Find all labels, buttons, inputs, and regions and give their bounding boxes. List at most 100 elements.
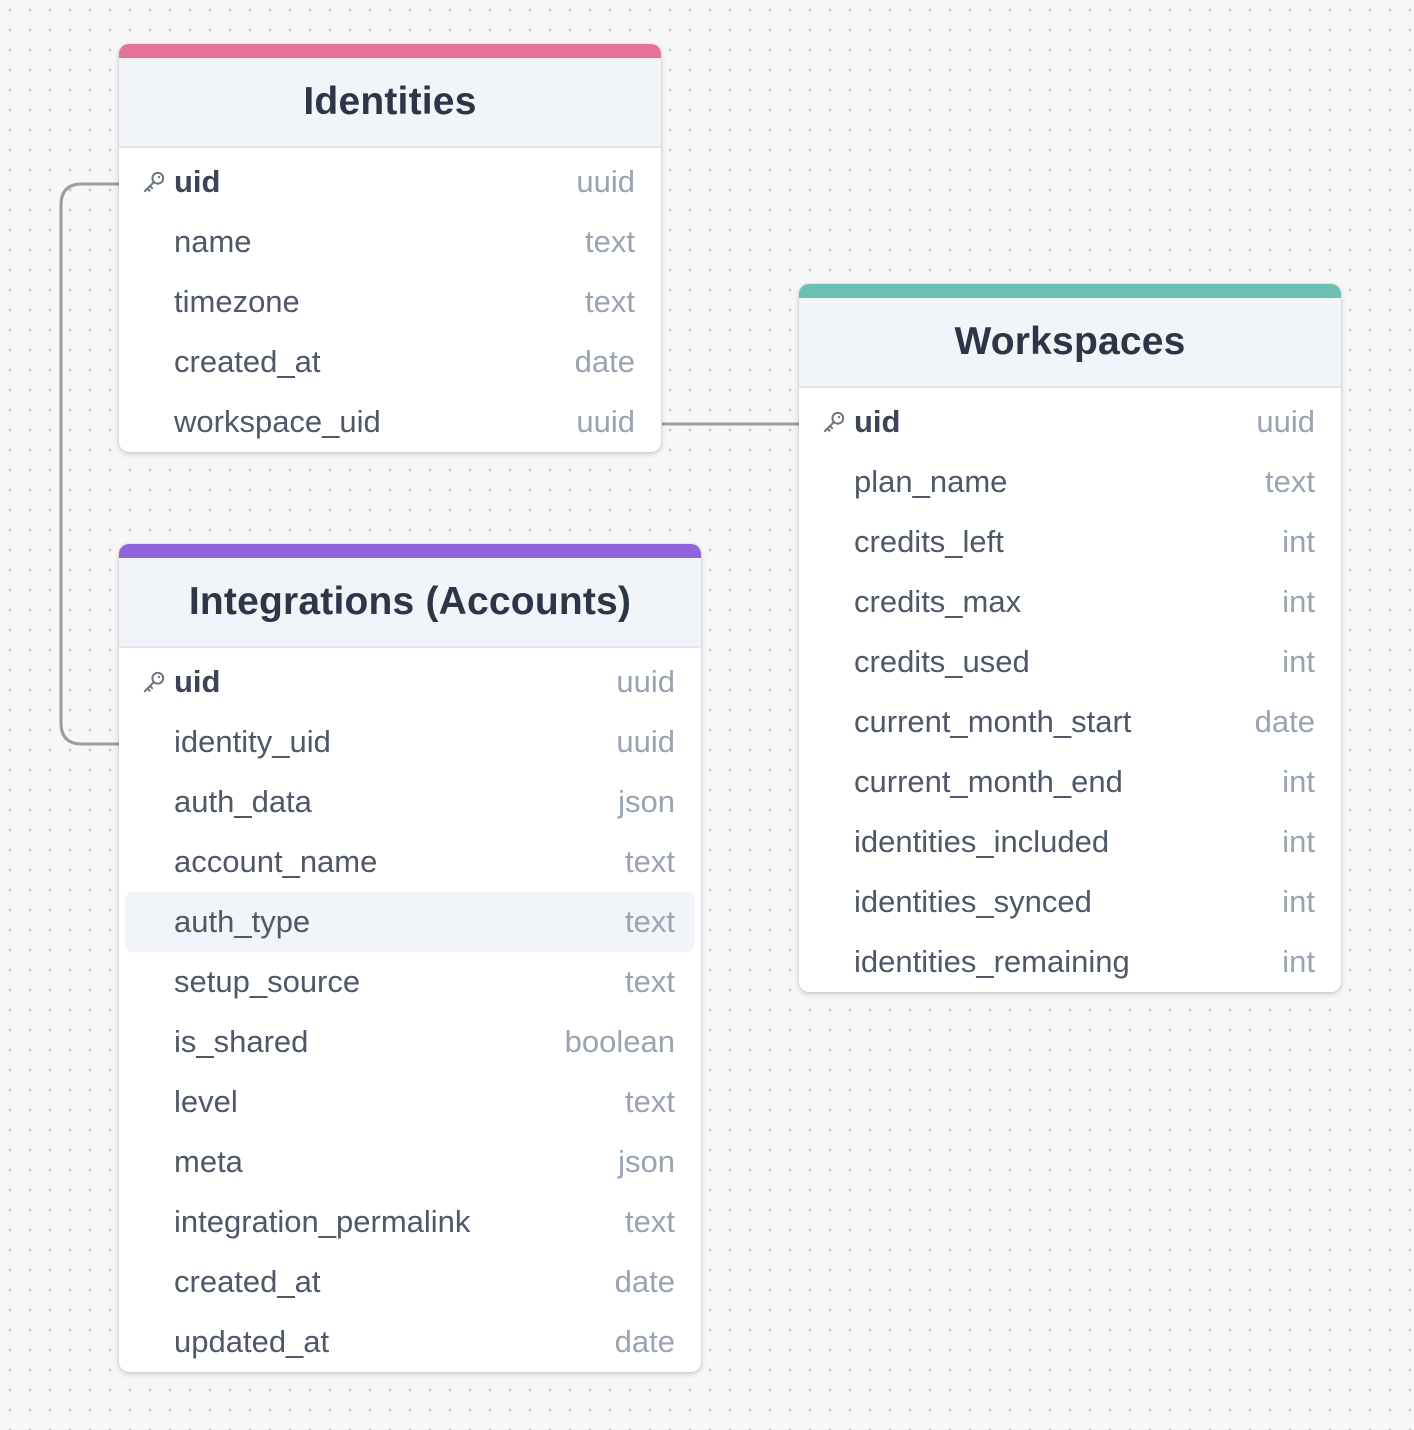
field-row-is-shared[interactable]: is_shared boolean: [119, 1012, 701, 1072]
key-icon: [143, 171, 165, 193]
field-row-integration-permalink[interactable]: integration_permalink text: [119, 1192, 701, 1252]
field-row-identities-included[interactable]: identities_included int: [799, 812, 1341, 872]
field-type: text: [625, 1204, 675, 1239]
field-type: text: [585, 224, 635, 259]
field-row-account-name[interactable]: account_name text: [119, 832, 701, 892]
field-name: uid: [174, 164, 221, 199]
field-row-setup-source[interactable]: setup_source text: [119, 952, 701, 1012]
field-name: identities_included: [854, 824, 1110, 859]
field-row-level[interactable]: level text: [119, 1072, 701, 1132]
field-name: updated_at: [174, 1324, 330, 1359]
field-type: text: [625, 844, 675, 879]
table-workspaces[interactable]: Workspaces uid uuid plan_name text credits_l…: [799, 284, 1341, 992]
field-name: plan_name: [854, 464, 1008, 499]
field-type: uuid: [576, 164, 635, 199]
field-row-created-at[interactable]: created_at date: [119, 332, 661, 392]
field-type: text: [585, 284, 635, 319]
field-name: identity_uid: [174, 724, 331, 759]
field-name: is_shared: [174, 1024, 309, 1059]
field-name: name: [174, 224, 252, 259]
table-accent-bar: [799, 284, 1341, 298]
field-type: int: [1282, 824, 1315, 859]
field-type: text: [625, 1084, 675, 1119]
field-type: uuid: [576, 404, 635, 439]
field-name: identities_remaining: [854, 944, 1130, 979]
field-list: uid uuid plan_name text credits_left int credi…: [799, 388, 1341, 992]
field-type: date: [1254, 704, 1315, 739]
field-row-uid[interactable]: uid uuid: [799, 392, 1341, 452]
field-name: created_at: [174, 1264, 321, 1299]
field-type: text: [1265, 464, 1315, 499]
field-type: json: [618, 1144, 675, 1179]
field-row-credits-max[interactable]: credits_max int: [799, 572, 1341, 632]
field-row-meta[interactable]: meta json: [119, 1132, 701, 1192]
key-icon: [143, 671, 165, 693]
field-type: uuid: [616, 724, 675, 759]
field-list: uid uuid identity_uid uuid auth_data json acco…: [119, 648, 701, 1372]
table-header[interactable]: Workspaces: [799, 298, 1341, 388]
field-list: uid uuid name text timezone text created_at dat…: [119, 148, 661, 452]
field-type: int: [1282, 884, 1315, 919]
field-row-uid[interactable]: uid uuid: [119, 152, 661, 212]
table-title: Identities: [303, 80, 477, 123]
field-row-credits-used[interactable]: credits_used int: [799, 632, 1341, 692]
table-accent-bar: [119, 544, 701, 558]
field-type: int: [1282, 764, 1315, 799]
field-type: date: [614, 1324, 675, 1359]
table-header[interactable]: Integrations (Accounts): [119, 558, 701, 648]
field-row-workspace-uid[interactable]: workspace_uid uuid: [119, 392, 661, 452]
field-type: json: [618, 784, 675, 819]
field-type: boolean: [564, 1024, 675, 1059]
field-row-current-month-end[interactable]: current_month_end int: [799, 752, 1341, 812]
field-name: uid: [854, 404, 901, 439]
field-name: workspace_uid: [174, 404, 381, 439]
field-name: uid: [174, 664, 221, 699]
field-row-auth-data[interactable]: auth_data json: [119, 772, 701, 832]
relation-integrations-identities: [59, 182, 120, 746]
field-type: int: [1282, 584, 1315, 619]
field-name: current_month_start: [854, 704, 1132, 739]
field-name: timezone: [174, 284, 300, 319]
field-row-current-month-start[interactable]: current_month_start date: [799, 692, 1341, 752]
field-type: date: [614, 1264, 675, 1299]
field-row-name[interactable]: name text: [119, 212, 661, 272]
field-type: int: [1282, 524, 1315, 559]
field-type: int: [1282, 944, 1315, 979]
field-row-plan-name[interactable]: plan_name text: [799, 452, 1341, 512]
field-row-updated-at[interactable]: updated_at date: [119, 1312, 701, 1372]
table-header[interactable]: Identities: [119, 58, 661, 148]
field-row-auth-type[interactable]: auth_type text: [119, 892, 701, 952]
field-type: int: [1282, 644, 1315, 679]
diagram-canvas: Identities uid uuid name text timezone text cr…: [0, 0, 1414, 1430]
field-type: date: [574, 344, 635, 379]
field-name: created_at: [174, 344, 321, 379]
field-type: uuid: [1256, 404, 1315, 439]
field-name: level: [174, 1084, 238, 1119]
field-name: credits_used: [854, 644, 1030, 679]
field-row-uid[interactable]: uid uuid: [119, 652, 701, 712]
field-row-identities-synced[interactable]: identities_synced int: [799, 872, 1341, 932]
field-name: identities_synced: [854, 884, 1092, 919]
field-type: uuid: [616, 664, 675, 699]
field-name: meta: [174, 1144, 243, 1179]
field-row-timezone[interactable]: timezone text: [119, 272, 661, 332]
key-icon: [823, 411, 845, 433]
field-name: credits_left: [854, 524, 1004, 559]
field-row-credits-left[interactable]: credits_left int: [799, 512, 1341, 572]
table-title: Integrations (Accounts): [188, 580, 632, 623]
field-name: integration_permalink: [174, 1204, 471, 1239]
table-integrations[interactable]: Integrations (Accounts) uid uuid identity_…: [119, 544, 701, 1372]
table-identities[interactable]: Identities uid uuid name text timezone text cr…: [119, 44, 661, 452]
field-row-created-at[interactable]: created_at date: [119, 1252, 701, 1312]
field-name: credits_max: [854, 584, 1022, 619]
field-name: setup_source: [174, 964, 361, 999]
field-name: auth_data: [174, 784, 312, 819]
field-name: account_name: [174, 844, 378, 879]
field-row-identities-remaining[interactable]: identities_remaining int: [799, 932, 1341, 992]
field-name: auth_type: [174, 904, 311, 939]
field-name: current_month_end: [854, 764, 1123, 799]
table-accent-bar: [119, 44, 661, 58]
field-row-identity-uid[interactable]: identity_uid uuid: [119, 712, 701, 772]
table-title: Workspaces: [954, 320, 1186, 363]
field-type: text: [625, 904, 675, 939]
